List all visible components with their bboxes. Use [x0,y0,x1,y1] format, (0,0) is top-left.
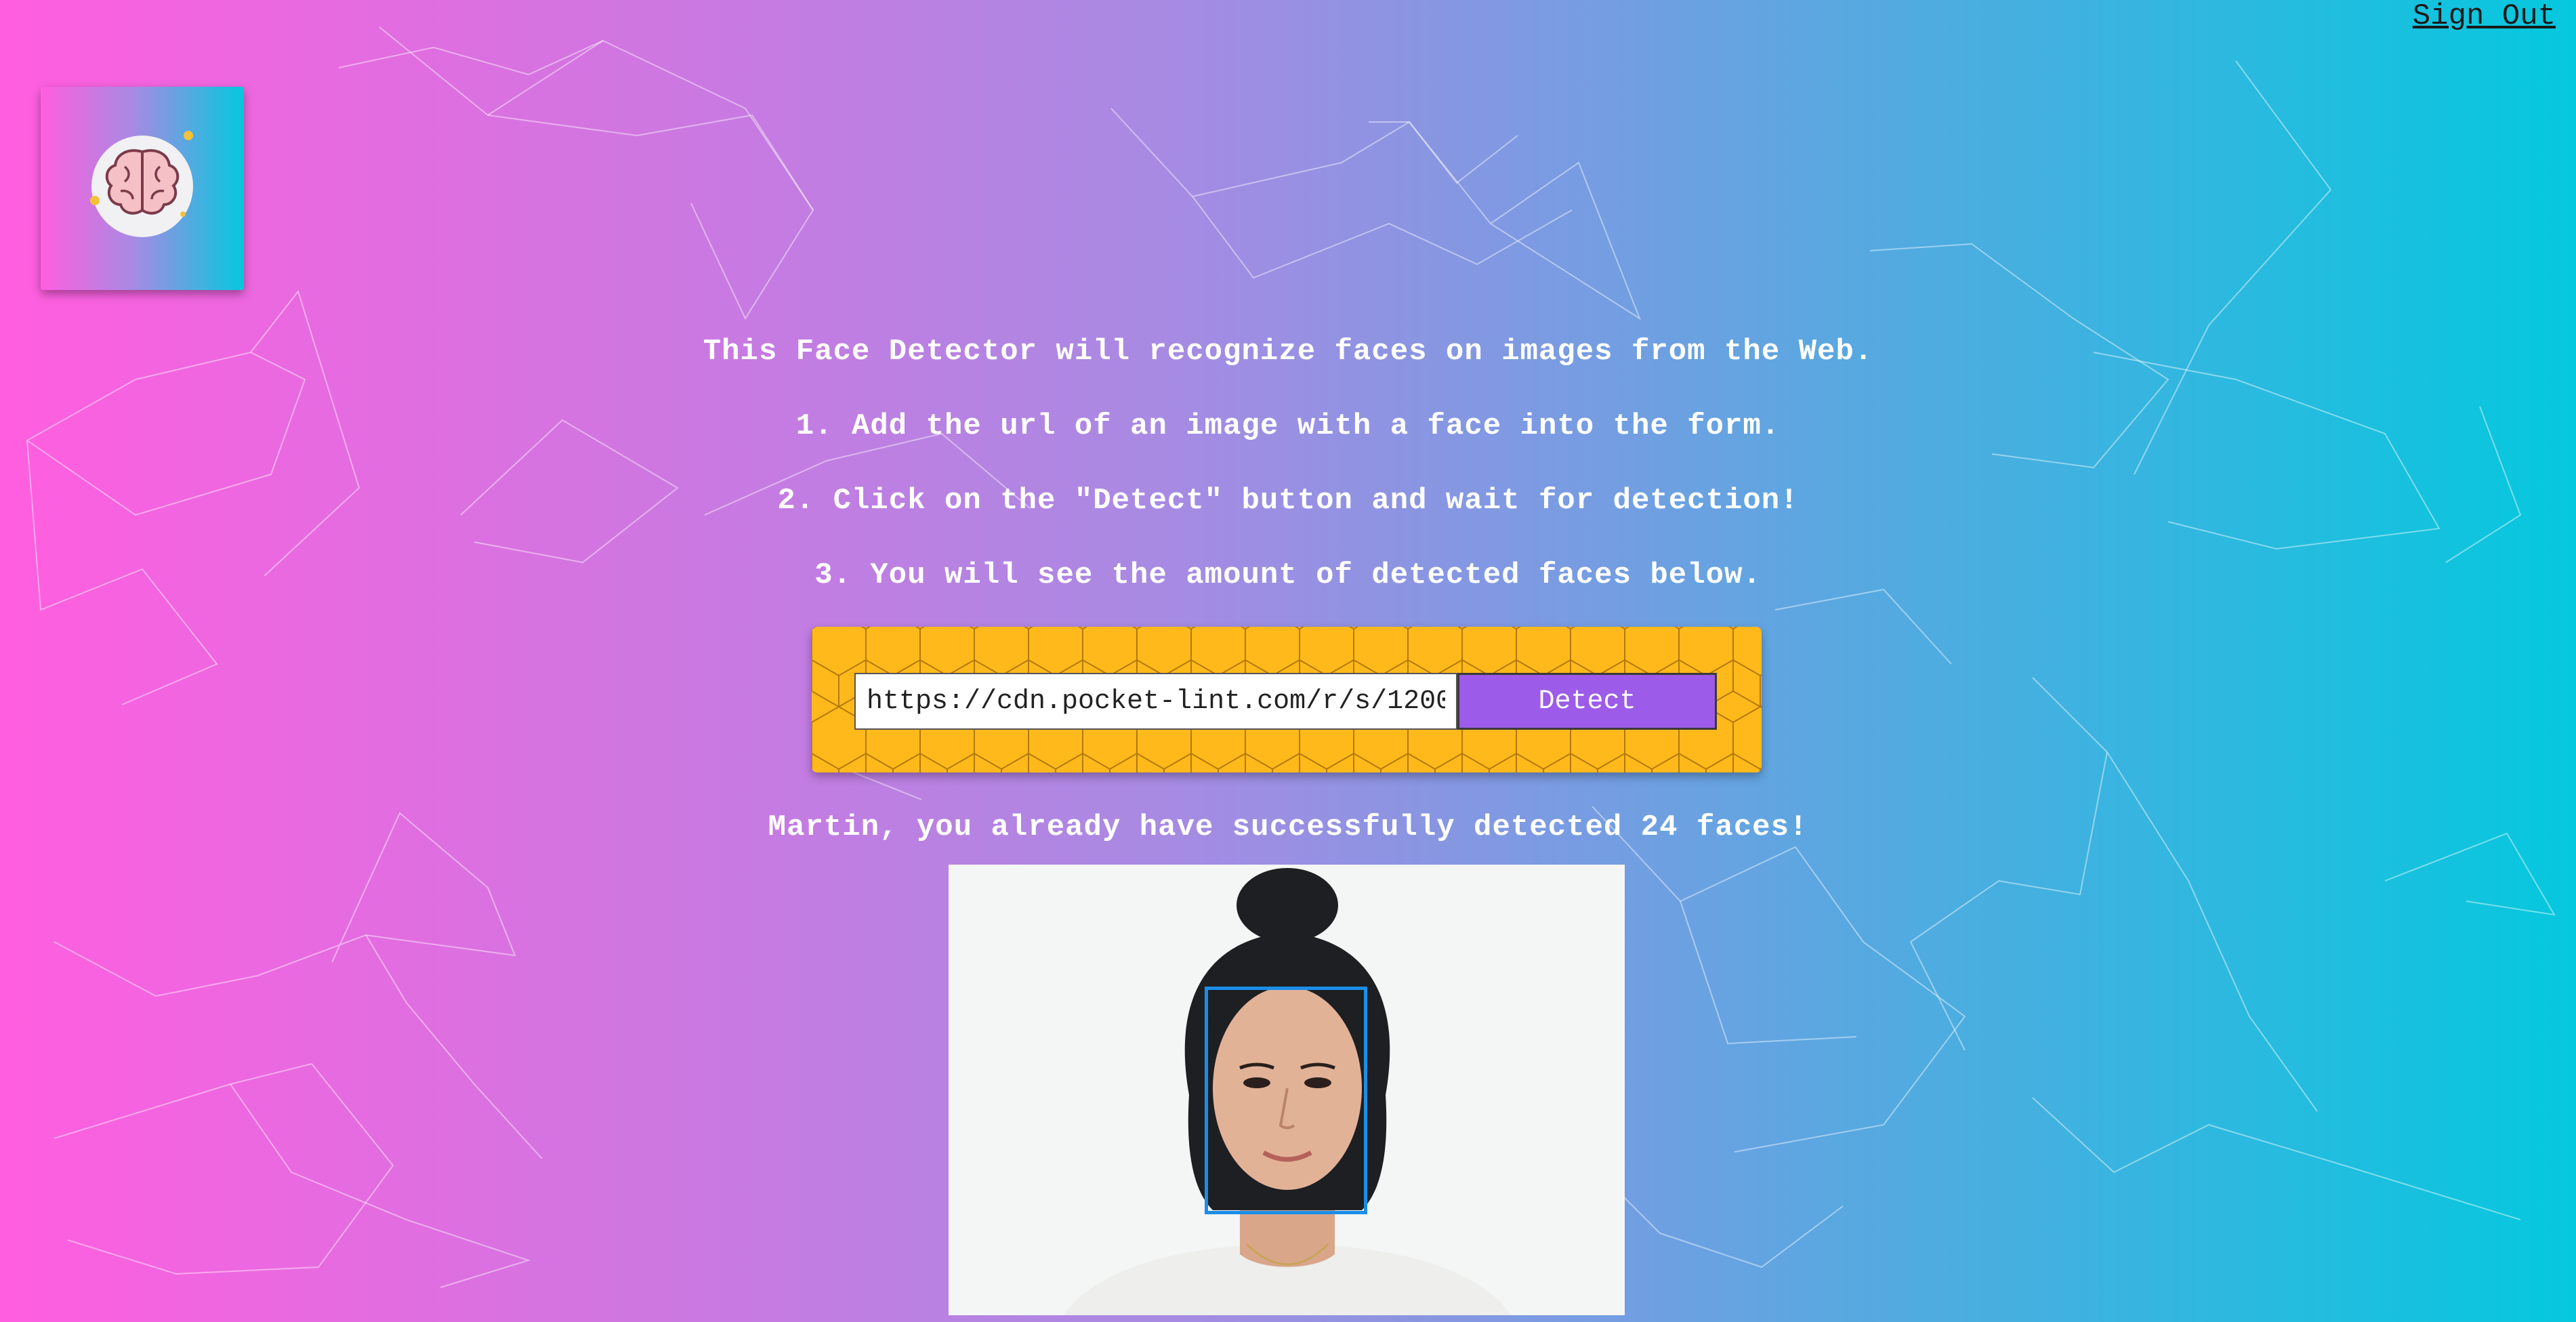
sign-out-link[interactable]: Sign Out [2413,0,2556,33]
brain-icon [90,131,193,217]
instructions-step-3: 3. You will see the amount of detected f… [814,558,1762,592]
result-image [949,865,1625,1315]
image-url-input[interactable] [854,673,1457,730]
app-logo [41,87,244,290]
instructions-step-2: 2. Click on the "Detect" button and wait… [777,484,1799,518]
url-form-panel: Detect [812,627,1762,772]
instructions-intro: This Face Detector will recognize faces … [703,335,1873,369]
face-bounding-box [1205,987,1367,1214]
instructions-block: This Face Detector will recognize faces … [0,329,2576,627]
detect-button[interactable]: Detect [1457,673,1717,730]
detected-faces-message: Martin, you already have successfully de… [768,810,1808,844]
instructions-step-1: 1. Add the url of an image with a face i… [795,409,1781,443]
